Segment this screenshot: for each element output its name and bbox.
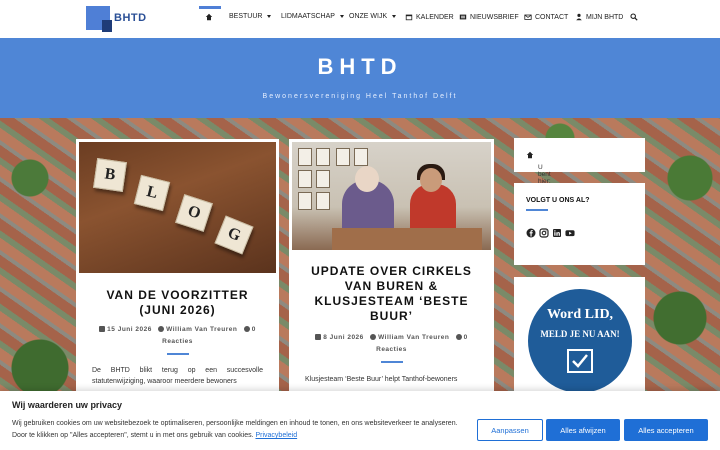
nav-item-contact[interactable]: Contact bbox=[524, 13, 568, 21]
user-icon bbox=[576, 13, 582, 21]
post-meta: 8 Juni 2026 William Van Treuren 0 Reacti… bbox=[299, 332, 484, 356]
newspaper-icon bbox=[459, 14, 467, 20]
post-date: 8 Juni 2026 bbox=[323, 334, 364, 341]
nav-label: Bestuur bbox=[229, 13, 263, 20]
hero-banner: BHTD Bewonersvereniging Heel Tanthof Del… bbox=[0, 38, 720, 118]
table bbox=[332, 228, 482, 250]
site-title: BHTD bbox=[317, 54, 403, 79]
nav-home[interactable] bbox=[205, 13, 213, 21]
reject-all-button[interactable]: Alles afwijzen bbox=[546, 419, 620, 441]
calendar-icon bbox=[405, 14, 413, 21]
post-title[interactable]: VAN DE VOORZITTER (JUNI 2026) bbox=[76, 288, 279, 318]
top-navigation: BHTD Bestuur Lidmaatschap Onze wijk Kale… bbox=[0, 0, 720, 38]
logo-mark bbox=[86, 6, 112, 32]
nav-label: Kalender bbox=[416, 13, 454, 21]
cookie-text: Wij gebruiken cookies om uw websitebezoe… bbox=[12, 420, 458, 439]
comment-count[interactable]: 0 bbox=[252, 326, 256, 333]
nav-label: Onze wijk bbox=[349, 13, 388, 20]
comments-label[interactable]: Reacties bbox=[376, 346, 407, 353]
site-subtitle: Bewonersvereniging Heel Tanthof Delft bbox=[262, 93, 458, 100]
widget-title: VOLGT U ONS AL? bbox=[526, 197, 590, 204]
wall-frame bbox=[298, 192, 312, 210]
comment-icon bbox=[455, 334, 462, 340]
post-date: 15 Juni 2026 bbox=[107, 326, 152, 333]
privacy-policy-link[interactable]: Privacybeleid bbox=[255, 432, 297, 439]
instagram-icon[interactable] bbox=[539, 228, 549, 238]
chevron-down-icon bbox=[392, 15, 397, 18]
post-card: B L O G VAN DE VOORZITTER (JUNI 2026) 15… bbox=[76, 139, 279, 399]
nav-label: Contact bbox=[535, 13, 569, 21]
search-button[interactable] bbox=[630, 13, 638, 21]
promo-line-1: Word LID, bbox=[546, 307, 614, 322]
user-icon bbox=[370, 334, 377, 340]
nav-item-mijn-bhtd[interactable]: Mijn BHTD bbox=[575, 13, 623, 21]
post-author[interactable]: William Van Treuren bbox=[166, 326, 237, 333]
post-image[interactable]: B L O G bbox=[79, 142, 276, 273]
cookie-text-block: Wij gebruiken cookies om uw websitebezoe… bbox=[12, 418, 467, 442]
scrabble-tile: B bbox=[93, 158, 127, 192]
membership-promo[interactable]: Word LID, MELD JE NU AAN! bbox=[514, 277, 645, 397]
cookie-title: Wij waarderen uw privacy bbox=[12, 400, 122, 410]
post-excerpt: De BHTD blikt terug op een succesvolle s… bbox=[92, 367, 263, 385]
chevron-down-icon bbox=[267, 15, 272, 18]
breadcrumb-label: U bent hier: bbox=[538, 164, 551, 185]
checkbox-icon bbox=[567, 349, 593, 373]
social-icons bbox=[526, 228, 575, 238]
user-icon bbox=[158, 326, 165, 332]
youtube-icon[interactable] bbox=[565, 228, 575, 238]
social-widget: VOLGT U ONS AL? bbox=[514, 183, 645, 265]
search-icon bbox=[630, 13, 638, 21]
post-excerpt: Klusjesteam ‘Beste Buur’ helpt Tanthof-b… bbox=[305, 376, 458, 383]
separator bbox=[381, 361, 403, 363]
wall-frame bbox=[316, 170, 330, 188]
home-icon[interactable] bbox=[526, 151, 534, 159]
envelope-icon bbox=[524, 14, 532, 20]
nav-label: Nieuwsbrief bbox=[470, 13, 519, 21]
breadcrumb-content: U bent hier: bbox=[526, 151, 551, 185]
logo-text: BHTD bbox=[114, 12, 147, 24]
nav-item-lidmaatschap[interactable]: Lidmaatschap bbox=[281, 13, 344, 20]
chevron-down-icon bbox=[339, 15, 344, 18]
comments-label[interactable]: Reacties bbox=[162, 338, 193, 345]
scrabble-tile: O bbox=[175, 194, 213, 232]
post-image[interactable] bbox=[292, 142, 491, 250]
home-icon bbox=[205, 13, 213, 21]
accept-all-button[interactable]: Alles accepteren bbox=[624, 419, 708, 441]
post-meta: 15 Juni 2026 William Van Treuren 0 React… bbox=[86, 324, 269, 348]
comment-icon bbox=[243, 326, 250, 332]
comment-count[interactable]: 0 bbox=[464, 334, 468, 341]
wall-frame bbox=[298, 170, 312, 188]
cookie-consent-banner: Wij waarderen uw privacy Wij gebruiken c… bbox=[0, 391, 720, 450]
linkedin-icon[interactable] bbox=[552, 228, 562, 238]
facebook-icon[interactable] bbox=[526, 228, 536, 238]
wall-frame bbox=[316, 148, 330, 166]
nav-item-bestuur[interactable]: Bestuur bbox=[229, 13, 272, 20]
customize-button[interactable]: Aanpassen bbox=[477, 419, 543, 441]
wall-frame bbox=[316, 192, 330, 210]
membership-badge[interactable]: Word LID, MELD JE NU AAN! bbox=[528, 289, 632, 393]
post-author[interactable]: William Van Treuren bbox=[378, 334, 449, 341]
separator bbox=[167, 353, 189, 355]
nav-label: Lidmaatschap bbox=[281, 13, 335, 20]
active-indicator bbox=[199, 6, 221, 9]
nav-item-onze-wijk[interactable]: Onze wijk bbox=[349, 13, 397, 20]
site-logo[interactable]: BHTD bbox=[86, 6, 146, 32]
person-head bbox=[355, 166, 379, 192]
promo-line-2: MELD JE NU AAN! bbox=[540, 329, 620, 339]
separator bbox=[526, 209, 548, 211]
wall-frame bbox=[336, 148, 350, 166]
post-title[interactable]: UPDATE OVER CIRKELS VAN BUREN & KLUSJEST… bbox=[289, 264, 494, 324]
scrabble-tile: L bbox=[133, 174, 171, 212]
calendar-icon bbox=[99, 326, 106, 332]
wall-frame bbox=[298, 148, 312, 166]
breadcrumb: U bent hier: bbox=[514, 138, 645, 185]
wall-frame bbox=[354, 148, 368, 166]
post-card: UPDATE OVER CIRKELS VAN BUREN & KLUSJEST… bbox=[289, 139, 494, 399]
calendar-icon bbox=[315, 334, 322, 340]
nav-item-kalender[interactable]: Kalender bbox=[405, 13, 454, 21]
nav-item-nieuwsbrief[interactable]: Nieuwsbrief bbox=[459, 13, 519, 21]
nav-label: Mijn BHTD bbox=[586, 13, 624, 21]
person-head bbox=[420, 168, 442, 192]
scrabble-tile: G bbox=[214, 215, 254, 255]
